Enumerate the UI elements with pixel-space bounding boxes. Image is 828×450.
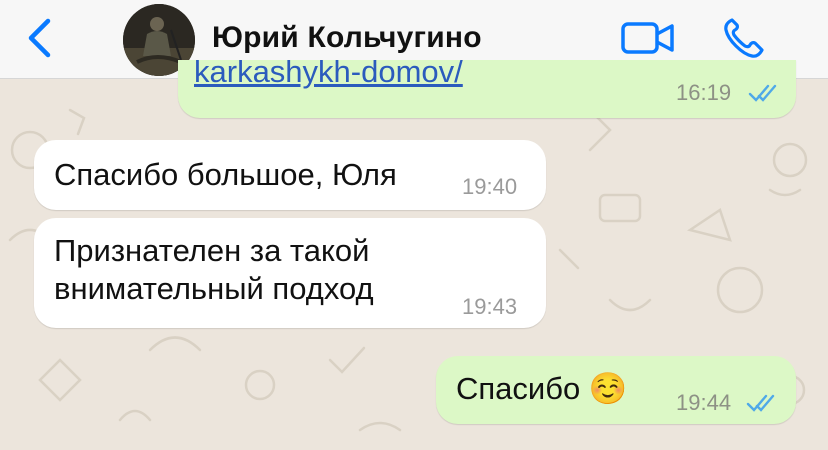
read-receipt-icon [746,394,775,412]
message-bubble-incoming[interactable]: Спасибо большое, Юля 19:40 [34,140,546,210]
message-bubble-outgoing[interactable]: Спасибо ☺️ 19:44 [436,356,796,424]
message-bubble-outgoing[interactable]: karkashykh-domov/ 16:19 [178,54,796,118]
message-link[interactable]: karkashykh-domov/ [194,54,463,90]
chevron-left-icon [28,18,51,58]
message-time: 19:40 [462,174,518,199]
message-line: Признателен за такой [54,233,370,268]
video-call-button[interactable] [620,18,676,58]
message-line: внимательный подход [54,271,374,306]
message-text: Спасибо ☺️ [456,371,628,406]
phone-icon [724,18,764,58]
message-bubble-incoming[interactable]: Признателен за такой внимательный подход… [34,218,546,328]
message-time: 19:43 [462,294,518,319]
back-button[interactable] [22,16,56,60]
voice-call-button[interactable] [720,14,768,62]
contact-name[interactable]: Юрий Кольчугино [212,20,482,56]
message-time: 19:44 [676,390,732,415]
message-text: Спасибо большое, Юля [54,157,397,192]
message-text: Признателен за такой внимательный подход [54,232,374,308]
video-camera-icon [621,22,674,54]
message-time: 16:19 [676,80,732,105]
read-receipt-icon [748,84,777,102]
